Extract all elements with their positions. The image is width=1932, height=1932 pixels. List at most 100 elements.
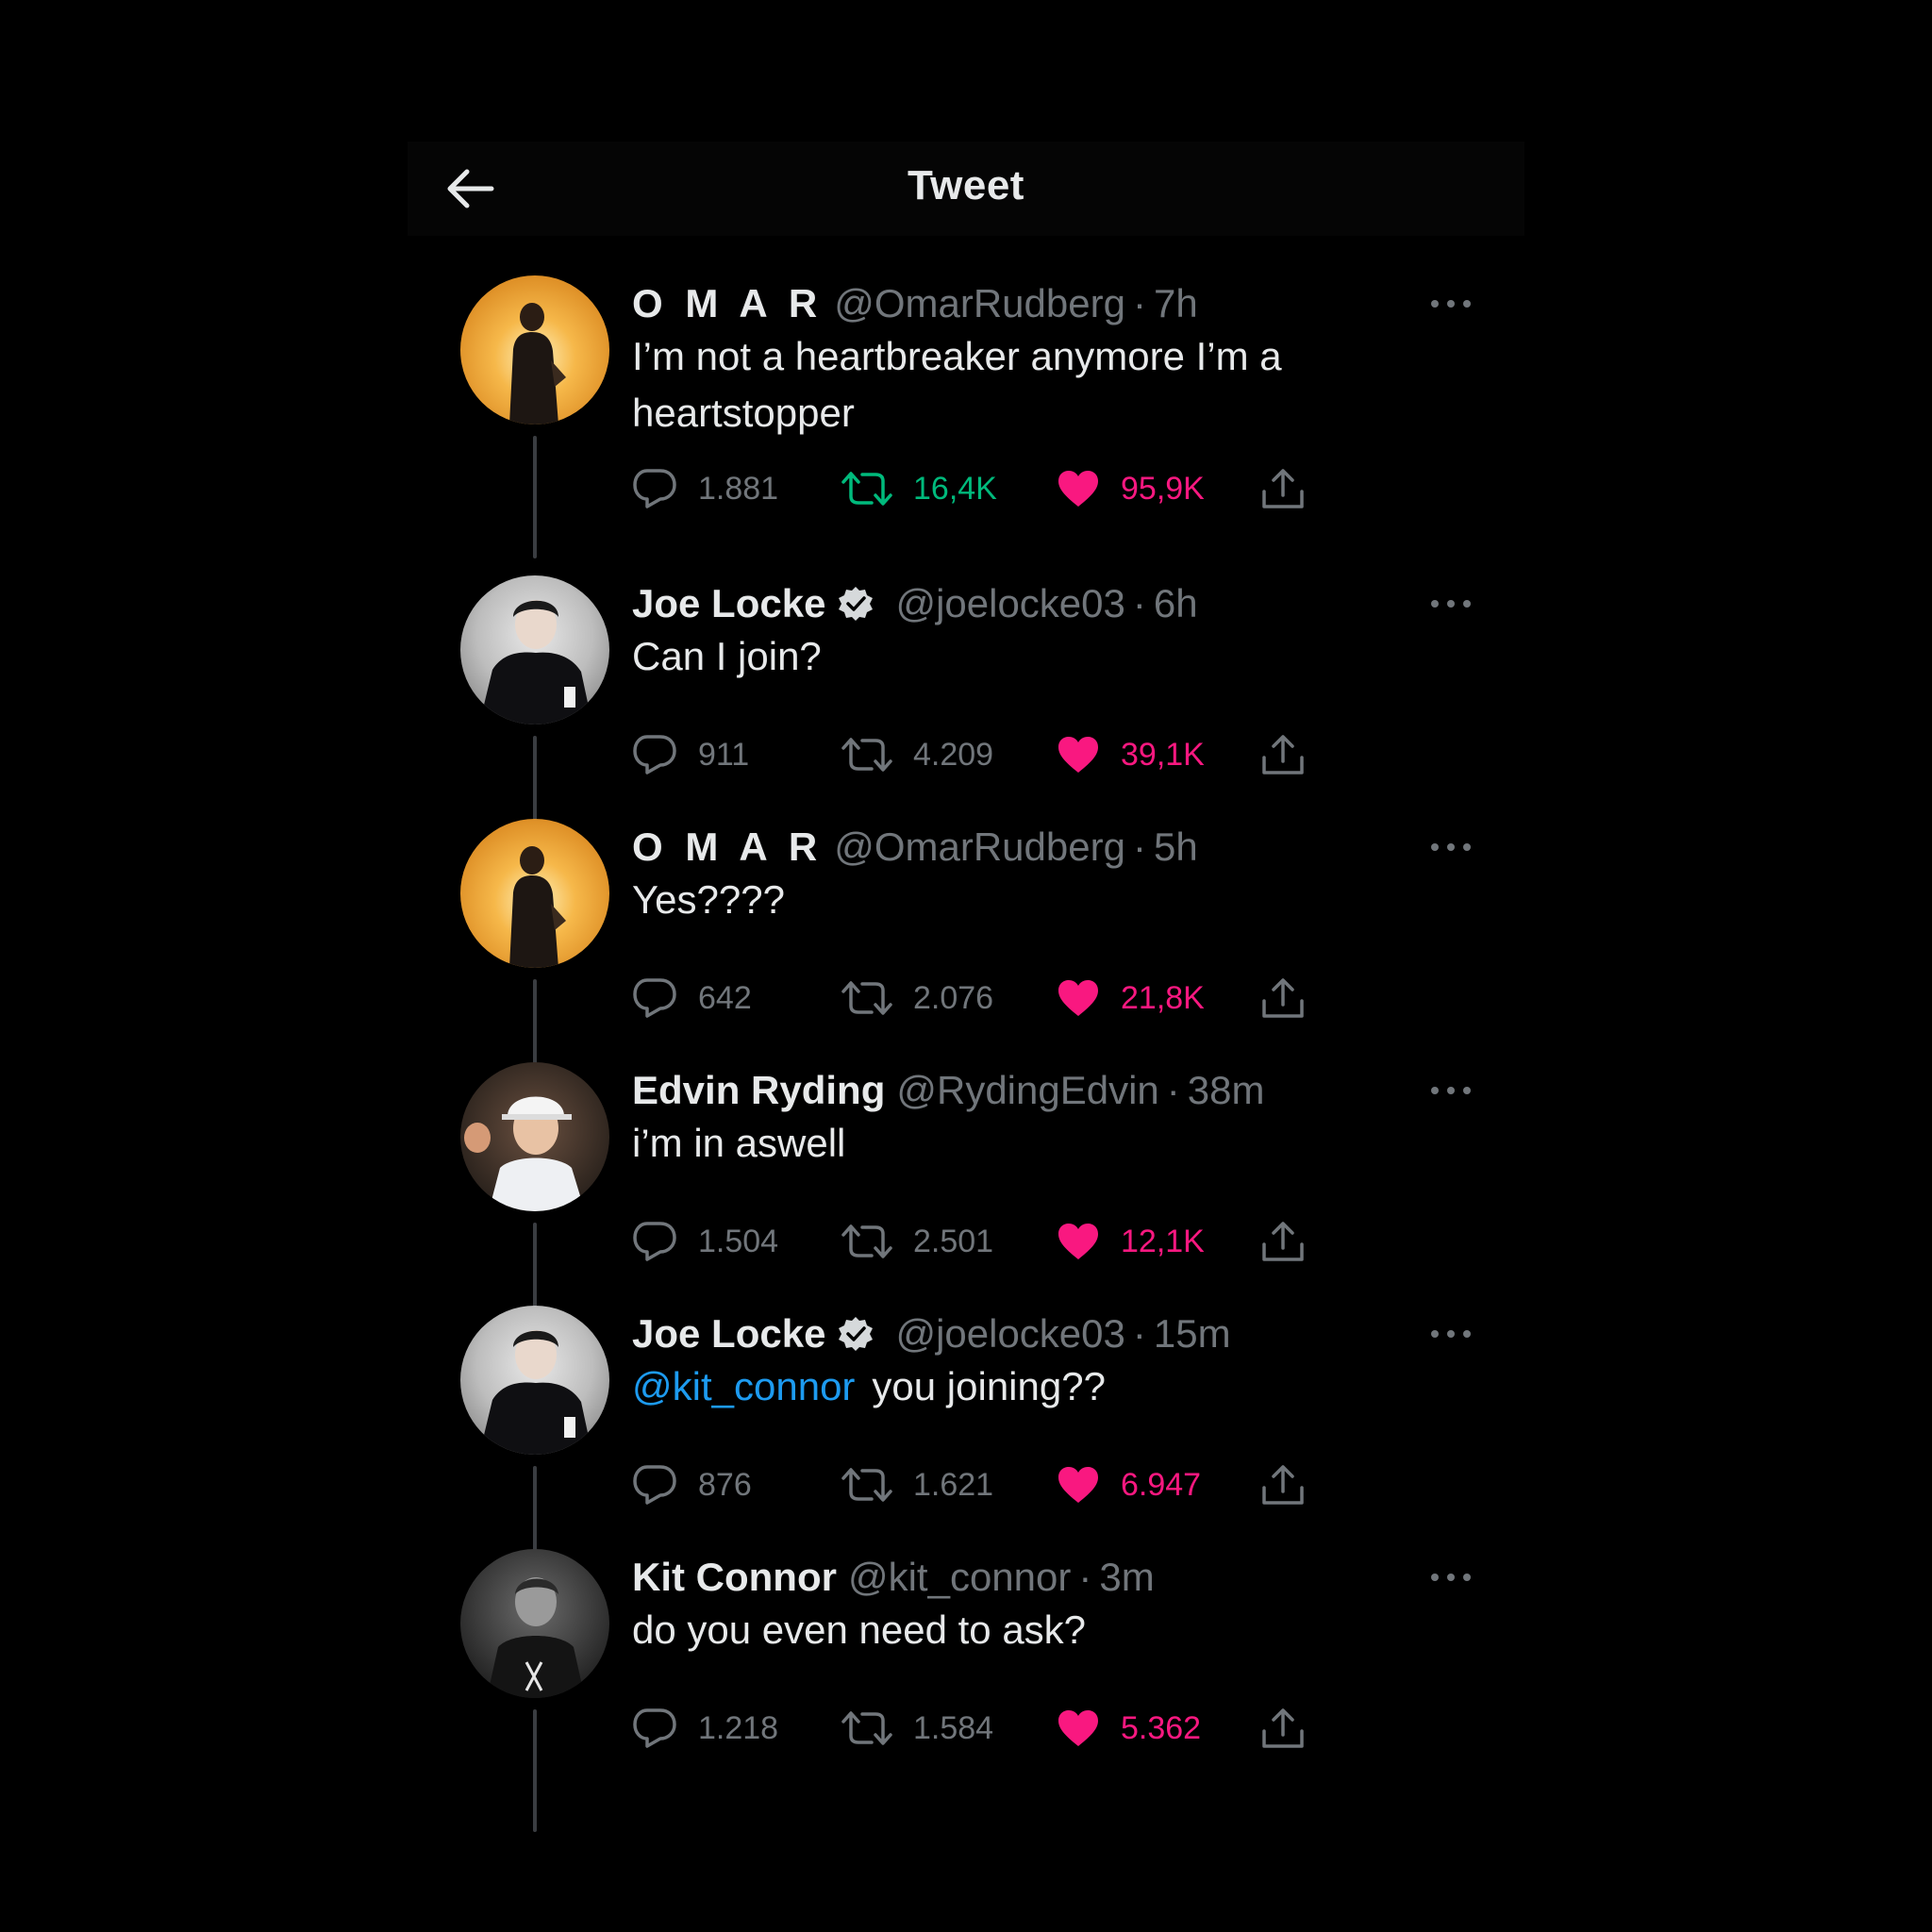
tweet-timestamp[interactable]: 5h — [1154, 824, 1198, 870]
more-dots-icon — [1431, 1087, 1471, 1094]
share-button[interactable] — [1260, 1213, 1306, 1270]
like-count: 12,1K — [1121, 1223, 1205, 1259]
tweet[interactable]: Joe Locke @joelocke03 · 15m @kit_connor y… — [460, 1306, 1479, 1589]
heart-filled-icon — [1058, 737, 1098, 773]
separator-dot: · — [1132, 281, 1146, 325]
reply-bubble-icon — [633, 735, 676, 774]
reply-button[interactable]: 911 — [632, 726, 749, 783]
more-options-button[interactable] — [1423, 828, 1479, 866]
share-button[interactable] — [1260, 460, 1306, 517]
tweet-body: do you even need to ask? — [632, 1607, 1087, 1652]
tweet[interactable]: Joe Locke @joelocke03 · 6h Can I join? 9… — [460, 575, 1479, 858]
tweet-timestamp[interactable]: 15m — [1154, 1311, 1231, 1357]
reply-bubble-icon — [633, 978, 676, 1018]
like-button[interactable]: 6.947 — [1057, 1457, 1201, 1513]
tweet-text: Yes???? — [632, 872, 1406, 928]
avatar[interactable] — [460, 575, 609, 724]
tweet-header: Joe Locke @joelocke03 · 15m — [632, 1306, 1231, 1362]
retweet-button[interactable]: 2.501 — [841, 1213, 993, 1270]
display-name[interactable]: Kit Connor — [632, 1555, 837, 1600]
reply-button[interactable]: 1.218 — [632, 1700, 778, 1757]
more-dots-icon — [1431, 300, 1471, 308]
heart-filled-icon — [1058, 471, 1098, 507]
display-name[interactable]: O M A R — [632, 824, 823, 870]
tweet-timestamp[interactable]: 6h — [1154, 581, 1198, 626]
mention-link[interactable]: @kit_connor — [632, 1364, 855, 1408]
tweet-header: Edvin Ryding @RydingEdvin · 38m — [632, 1062, 1265, 1119]
avatar[interactable] — [460, 1062, 609, 1211]
more-options-button[interactable] — [1423, 1072, 1479, 1109]
tweet[interactable]: O M A R @OmarRudberg · 5h Yes???? 642 2.… — [460, 819, 1479, 1102]
tweet-timestamp[interactable]: 7h — [1154, 281, 1198, 326]
display-name[interactable]: Joe Locke — [632, 1311, 825, 1357]
tweet[interactable]: O M A R @OmarRudberg · 7h I’m not a hear… — [460, 275, 1479, 558]
like-count: 39,1K — [1121, 736, 1205, 773]
avatar[interactable] — [460, 1306, 609, 1455]
like-button[interactable]: 95,9K — [1057, 460, 1205, 517]
like-count: 21,8K — [1121, 979, 1205, 1016]
tweet[interactable]: Kit Connor @kit_connor · 3m do you even … — [460, 1549, 1479, 1832]
tweet[interactable]: Edvin Ryding @RydingEdvin · 38m i’m in a… — [460, 1062, 1479, 1345]
tweet-body: I’m not a heartbreaker anymore I’m a hea… — [632, 334, 1282, 435]
like-button[interactable]: 39,1K — [1057, 726, 1205, 783]
reply-count: 642 — [698, 979, 752, 1016]
reply-button[interactable]: 1.504 — [632, 1213, 778, 1270]
tweet-thread-screen: Tweet O M A R @OmarRudberg · 7h I’m not … — [0, 0, 1932, 1932]
like-count: 6.947 — [1121, 1466, 1202, 1503]
reply-count: 1.504 — [698, 1223, 779, 1259]
user-handle[interactable]: @RydingEdvin — [896, 1068, 1158, 1113]
user-handle[interactable]: @joelocke03 — [895, 581, 1124, 626]
tweet-header: O M A R @OmarRudberg · 5h — [632, 819, 1198, 875]
user-handle[interactable]: @OmarRudberg — [834, 281, 1125, 326]
share-button[interactable] — [1260, 726, 1306, 783]
display-name[interactable]: Edvin Ryding — [632, 1068, 885, 1113]
verified-badge-icon — [837, 1315, 874, 1353]
retweet-count: 2.501 — [913, 1223, 994, 1259]
share-upload-icon — [1262, 1222, 1304, 1261]
avatar[interactable] — [460, 1549, 609, 1698]
retweet-icon — [841, 1711, 892, 1745]
separator-dot: · — [1078, 1555, 1092, 1599]
reply-button[interactable]: 876 — [632, 1457, 752, 1513]
like-button[interactable]: 12,1K — [1057, 1213, 1205, 1270]
retweet-button[interactable]: 1.584 — [841, 1700, 993, 1757]
tweet-timestamp[interactable]: 38m — [1188, 1068, 1265, 1113]
like-button[interactable]: 21,8K — [1057, 970, 1205, 1026]
share-button[interactable] — [1260, 970, 1306, 1026]
retweet-button[interactable]: 4.209 — [841, 726, 993, 783]
reply-count: 1.218 — [698, 1709, 779, 1746]
separator-dot: · — [1132, 581, 1146, 625]
retweet-icon — [841, 1224, 892, 1258]
user-handle[interactable]: @joelocke03 — [895, 1311, 1124, 1357]
user-handle[interactable]: @kit_connor — [848, 1555, 1071, 1600]
reply-button[interactable]: 642 — [632, 970, 752, 1026]
retweet-button[interactable]: 16,4K — [841, 460, 997, 517]
tweet-text: do you even need to ask? — [632, 1602, 1406, 1658]
separator-dot: · — [1132, 824, 1146, 869]
share-upload-icon — [1262, 735, 1304, 774]
more-options-button[interactable] — [1423, 285, 1479, 323]
share-button[interactable] — [1260, 1457, 1306, 1513]
tweet-header: Kit Connor @kit_connor · 3m — [632, 1549, 1155, 1606]
reply-count: 876 — [698, 1466, 752, 1503]
display-name[interactable]: Joe Locke — [632, 581, 825, 626]
display-name[interactable]: O M A R — [632, 281, 823, 326]
more-options-button[interactable] — [1423, 1558, 1479, 1596]
tweet-header: Joe Locke @joelocke03 · 6h — [632, 575, 1198, 632]
tweet-timestamp[interactable]: 3m — [1099, 1555, 1154, 1600]
share-button[interactable] — [1260, 1700, 1306, 1757]
reply-button[interactable]: 1.881 — [632, 460, 778, 517]
retweet-count: 1.621 — [913, 1466, 994, 1503]
heart-filled-icon — [1058, 1224, 1098, 1259]
user-handle[interactable]: @OmarRudberg — [834, 824, 1125, 870]
more-options-button[interactable] — [1423, 1315, 1479, 1353]
share-upload-icon — [1262, 1708, 1304, 1748]
retweet-button[interactable]: 2.076 — [841, 970, 993, 1026]
more-options-button[interactable] — [1423, 585, 1479, 623]
more-dots-icon — [1431, 1330, 1471, 1338]
retweet-button[interactable]: 1.621 — [841, 1457, 993, 1513]
avatar[interactable] — [460, 275, 609, 425]
like-button[interactable]: 5.362 — [1057, 1700, 1201, 1757]
reply-count: 1.881 — [698, 470, 779, 507]
avatar[interactable] — [460, 819, 609, 968]
